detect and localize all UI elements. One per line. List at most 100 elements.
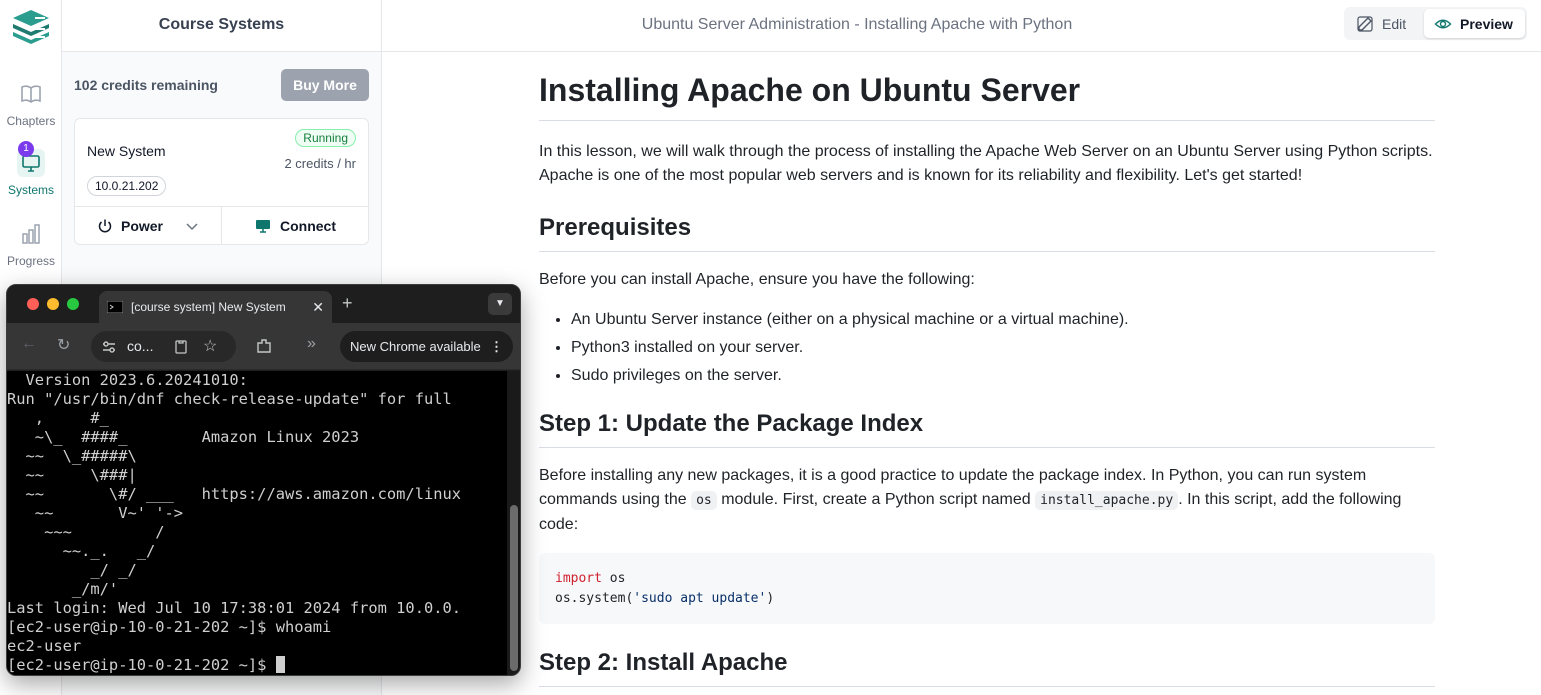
- connect-button[interactable]: Connect: [222, 207, 368, 244]
- document-title: Ubuntu Server Administration - Installin…: [641, 16, 1073, 33]
- nav-systems-label: Systems: [7, 183, 54, 197]
- nav-progress[interactable]: Progress: [4, 220, 58, 276]
- nav-chapters[interactable]: Chapters: [4, 80, 58, 136]
- edit-button[interactable]: Edit: [1346, 9, 1416, 38]
- system-actions: Power Connect: [75, 206, 368, 244]
- url-text: co...: [127, 338, 154, 354]
- terminal-line: Last login: Wed Jul 10 17:38:01 2024 fro…: [7, 599, 462, 617]
- site-settings-icon[interactable]: [101, 339, 117, 355]
- terminal-line: ~~ \#/ ___ https://aws.amazon.com/linux: [7, 485, 462, 503]
- code-text: ): [766, 591, 775, 606]
- step1-paragraph: Before installing any new packages, it i…: [539, 464, 1435, 537]
- code-text: os: [601, 571, 626, 586]
- edit-label: Edit: [1382, 15, 1407, 32]
- list-item: Sudo privileges on the server.: [571, 362, 1435, 390]
- code-text: os.system(: [555, 591, 634, 606]
- connect-label: Connect: [280, 217, 336, 234]
- terminal-line: ~~~ /: [7, 523, 165, 541]
- terminal-line: [ec2-user@ip-10-0-21-202 ~]$ whoami: [7, 618, 332, 636]
- lesson-heading: Installing Apache on Ubuntu Server: [539, 72, 1435, 121]
- book-icon: [21, 85, 41, 103]
- app-logo-icon[interactable]: [9, 8, 51, 44]
- pencil-icon: [1357, 15, 1373, 32]
- inline-code-filename: install_apache.py: [1035, 491, 1179, 510]
- lesson-content: Installing Apache on Ubuntu Server In th…: [539, 52, 1435, 687]
- reload-icon[interactable]: ↻: [57, 335, 70, 355]
- intro-paragraph: In this lesson, we will walk through the…: [539, 143, 1433, 184]
- new-chrome-label: New Chrome available: [350, 339, 481, 354]
- tab-search-icon[interactable]: ▼: [488, 293, 512, 315]
- new-chrome-button[interactable]: New Chrome available ⋮: [340, 331, 513, 362]
- power-icon: [98, 219, 112, 232]
- terminal-favicon-icon: [107, 301, 123, 313]
- terminal-line: _/m/': [7, 580, 119, 598]
- mode-toggle: Edit Preview: [1344, 7, 1527, 40]
- step2-heading: Step 2: Install Apache: [539, 648, 1435, 687]
- bookmark-star-icon[interactable]: ☆: [203, 336, 217, 356]
- eye-icon: [1434, 19, 1452, 28]
- step1-text-b: module. First, create a Python script na…: [721, 491, 1031, 508]
- terminal-line: ~~ V~' '->: [7, 504, 184, 522]
- prerequisites-heading: Prerequisites: [539, 213, 1435, 252]
- preview-label: Preview: [1460, 15, 1513, 32]
- system-rate: 2 credits / hr: [284, 156, 356, 171]
- kebab-menu-icon[interactable]: ⋮: [490, 339, 503, 355]
- system-name: New System: [87, 143, 166, 159]
- nav-chapters-label: Chapters: [6, 114, 56, 128]
- terminal-line: , #_: [7, 409, 109, 427]
- terminal-line: _/ _/: [7, 561, 137, 579]
- scrollbar-thumb[interactable]: [510, 505, 518, 671]
- terminal-line: Version 2023.6.20241010:: [7, 371, 248, 389]
- browser-tab[interactable]: [course system] New System ✕: [99, 291, 332, 323]
- nav-systems[interactable]: 1 Systems: [4, 141, 58, 205]
- terminal-line: ~\_ ####_ Amazon Linux 2023: [7, 428, 360, 446]
- terminal-scrollbar[interactable]: [507, 371, 520, 675]
- nav-progress-label: Progress: [6, 254, 56, 268]
- ip-address-chip: 10.0.21.202: [87, 176, 167, 196]
- code-keyword: import: [555, 571, 602, 586]
- inline-code-os: os: [691, 491, 717, 510]
- terminal-line: ~~._. _/: [7, 542, 156, 560]
- close-window-icon[interactable]: [27, 298, 39, 310]
- extensions-icon[interactable]: [255, 337, 273, 355]
- buy-more-button[interactable]: Buy More: [281, 69, 369, 101]
- back-icon[interactable]: ←: [21, 335, 37, 353]
- close-tab-icon[interactable]: ✕: [312, 299, 324, 316]
- list-item: An Ubuntu Server instance (either on a p…: [571, 306, 1435, 334]
- terminal-line: ~~ \_#####\: [7, 447, 137, 465]
- terminal-line: ~~ \###|: [7, 466, 137, 484]
- prerequisites-intro: Before you can install Apache, ensure yo…: [539, 271, 975, 288]
- terminal-prompt-line: [ec2-user@ip-10-0-21-202 ~]$: [7, 656, 507, 675]
- status-badge: Running: [295, 129, 356, 147]
- panel-title: Course Systems: [62, 0, 381, 52]
- code-block[interactable]: import os os.system('sudo apt update'): [539, 553, 1435, 624]
- terminal-screen[interactable]: Version 2023.6.20241010: Run "/usr/bin/dn…: [7, 371, 507, 675]
- preview-button[interactable]: Preview: [1424, 9, 1525, 38]
- power-button[interactable]: Power: [75, 207, 222, 244]
- tab-strip: [course system] New System ✕ + ▼: [7, 285, 520, 323]
- terminal-line: ec2-user: [7, 637, 82, 655]
- prerequisites-list: An Ubuntu Server instance (either on a p…: [539, 306, 1435, 390]
- document-header: Ubuntu Server Administration - Installin…: [382, 0, 1541, 52]
- maximize-window-icon[interactable]: [67, 298, 79, 310]
- list-item: Python3 installed on your server.: [571, 334, 1435, 362]
- browser-toolbar: ← ↻ co... ☆ » New Chrome available ⋮: [7, 323, 520, 370]
- step1-heading: Step 1: Update the Package Index: [539, 409, 1435, 448]
- minimize-window-icon[interactable]: [47, 298, 59, 310]
- systems-count-badge: 1: [18, 141, 34, 157]
- browser-window[interactable]: [course system] New System ✕ + ▼ ← ↻ co.…: [6, 284, 521, 676]
- address-bar[interactable]: co... ☆: [91, 331, 236, 362]
- monitor-icon: [256, 219, 270, 233]
- new-tab-icon[interactable]: +: [342, 293, 353, 314]
- bar-chart-icon: [22, 224, 40, 244]
- terminal-cursor: [275, 656, 285, 673]
- credits-remaining: 102 credits remaining: [74, 77, 218, 93]
- terminal-prompt: [ec2-user@ip-10-0-21-202 ~]$: [7, 656, 276, 674]
- terminal-output: Version 2023.6.20241010: Run "/usr/bin/dn…: [7, 371, 507, 675]
- tab-title: [course system] New System: [131, 300, 286, 314]
- clipboard-icon[interactable]: [173, 339, 189, 355]
- chevron-down-icon[interactable]: [185, 219, 199, 233]
- code-string: 'sudo apt update': [633, 591, 767, 606]
- more-tools-icon[interactable]: »: [307, 335, 316, 353]
- power-label: Power: [120, 217, 163, 234]
